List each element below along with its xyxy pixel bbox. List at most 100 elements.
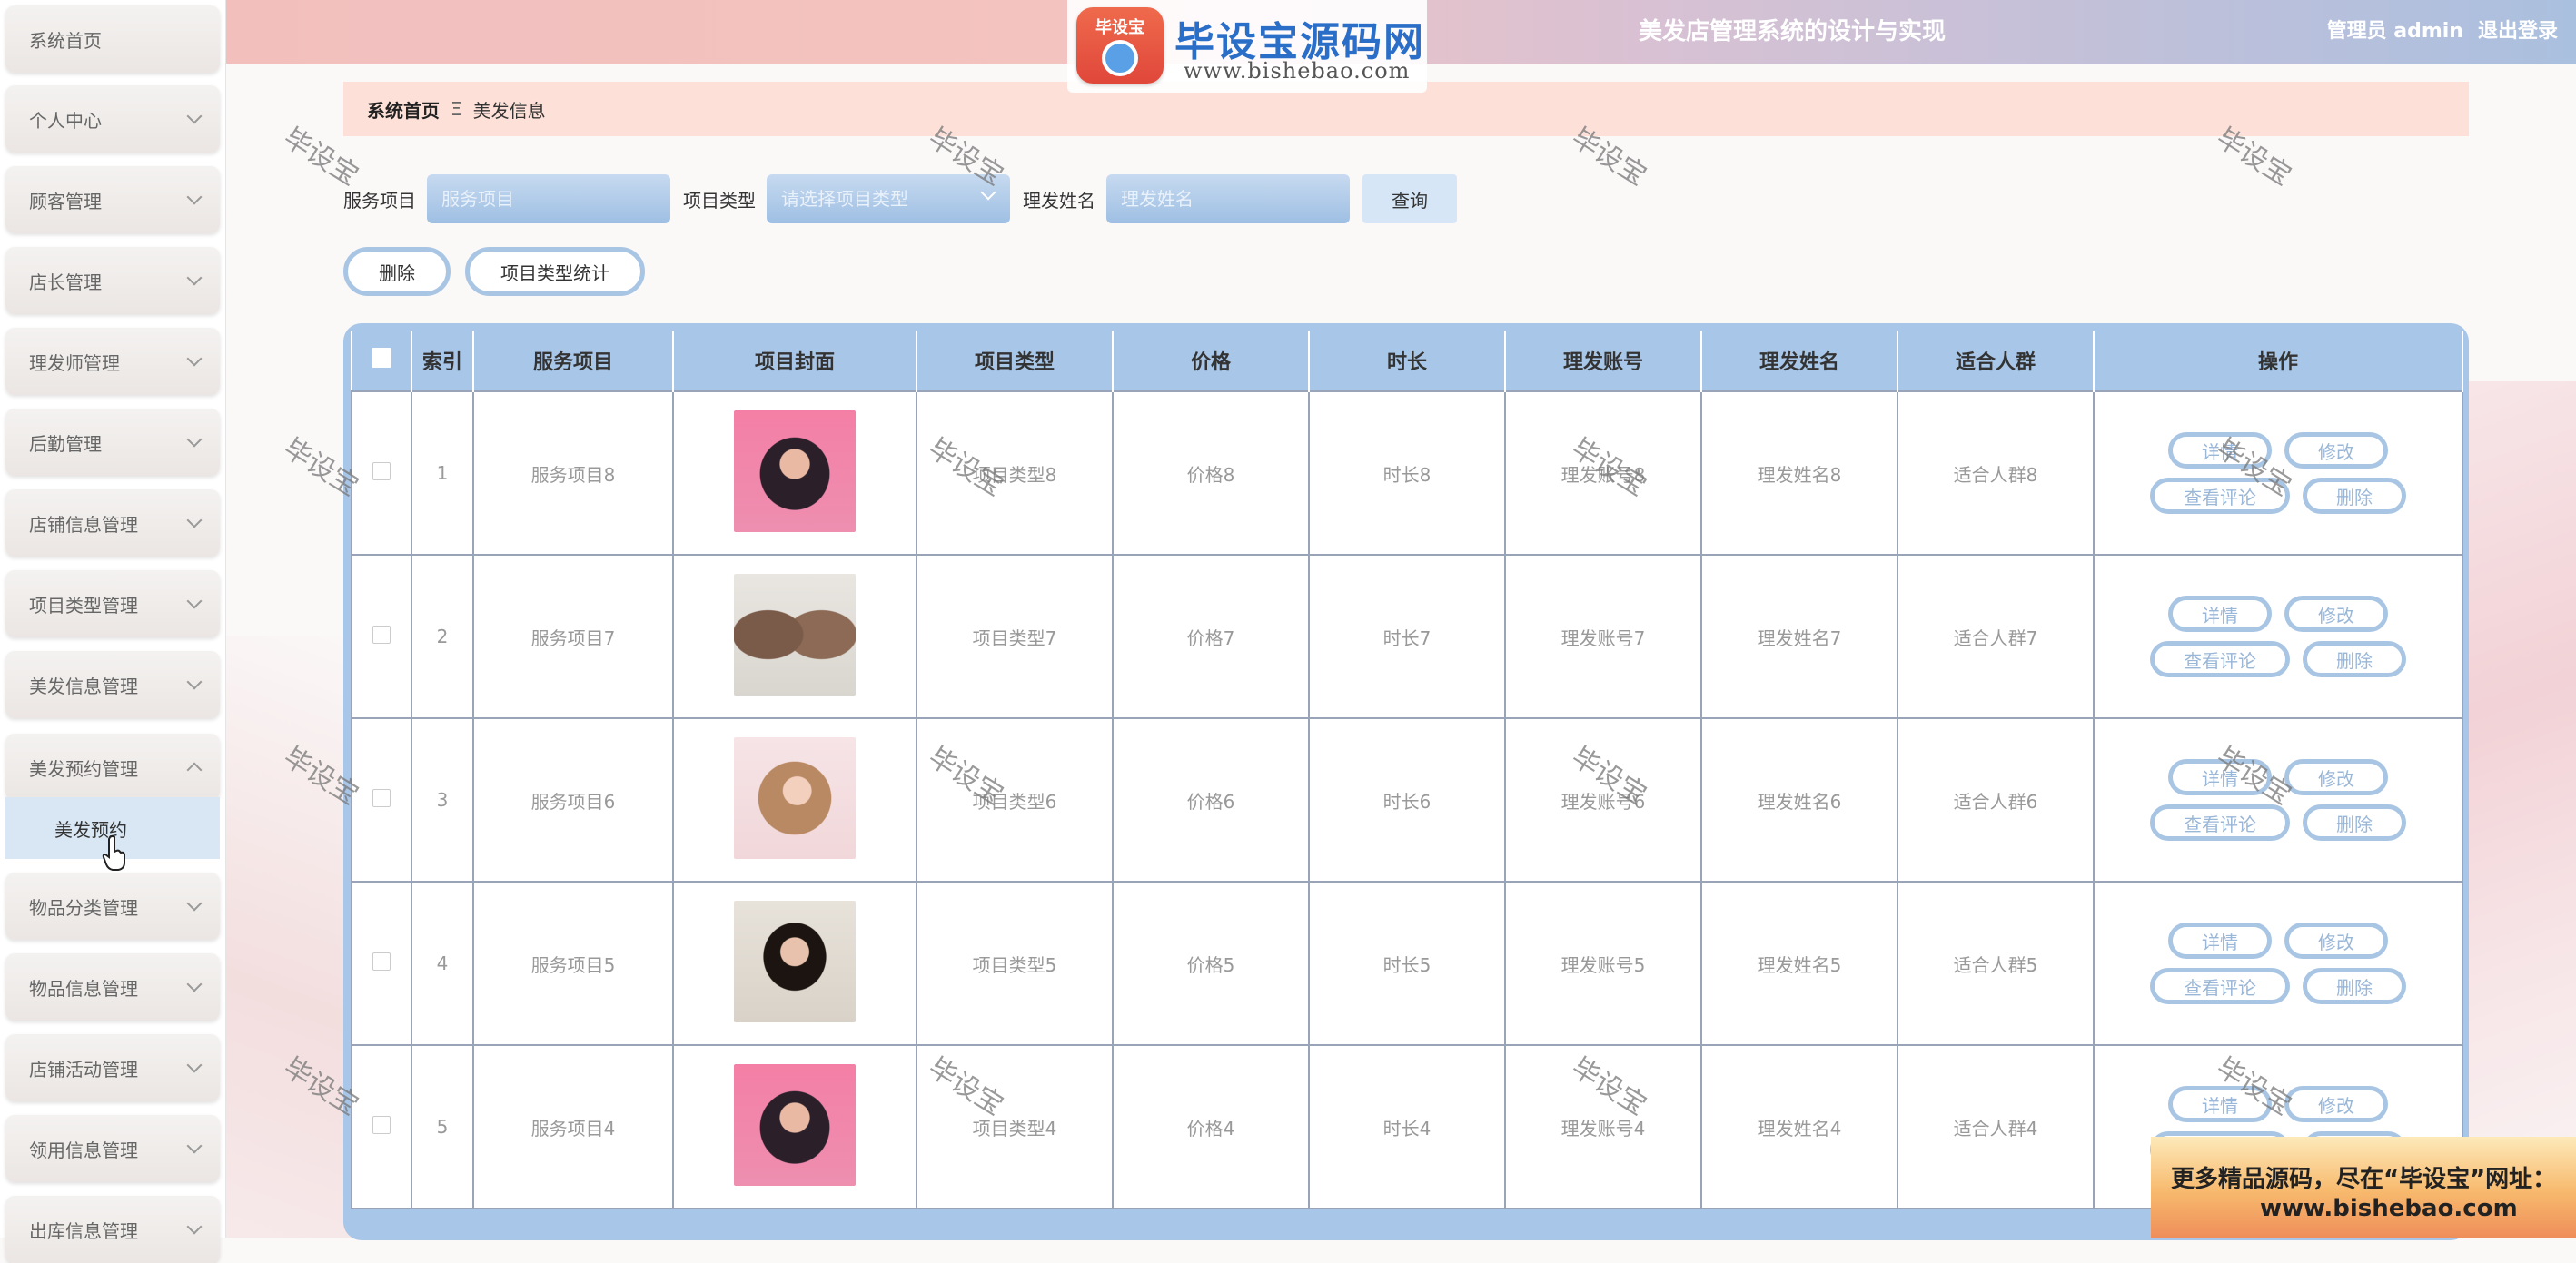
cover-image xyxy=(734,900,856,1022)
row-checkbox[interactable] xyxy=(372,952,391,971)
type-stats-button[interactable]: 项目类型统计 xyxy=(465,247,645,296)
chevron-down-icon xyxy=(186,108,203,124)
sidebar-item-store-info[interactable]: 店铺信息管理 xyxy=(5,489,220,557)
row-select-cell[interactable] xyxy=(351,881,412,1046)
sidebar-item-home[interactable]: 系统首页 xyxy=(5,5,220,73)
edit-button[interactable]: 修改 xyxy=(2284,596,2388,632)
cell-name: 理发姓名4 xyxy=(1700,1044,1898,1209)
cell-operations: 详情修改查看评论删除 xyxy=(2093,554,2463,719)
promo-banner[interactable]: 更多精品源码，尽在“毕设宝”网址： www.bishebao.com xyxy=(2151,1137,2576,1238)
edit-button[interactable]: 修改 xyxy=(2284,759,2388,795)
cell-index: 5 xyxy=(411,1044,474,1209)
column-header: 服务项目 xyxy=(473,331,674,391)
logo-url: www.bishebao.com xyxy=(1184,58,1411,84)
table-row: 4 服务项目5 项目类型5 价格5 时长5 理发账号5 理发姓名5 适合人群5 详情 修改 查看评论… xyxy=(351,881,2463,1046)
breadcrumb-home[interactable]: 系统首页 xyxy=(367,96,440,123)
breadcrumb-separator-icon: Ξ xyxy=(451,98,462,120)
chevron-down-icon xyxy=(186,189,203,205)
cell-crowd: 适合人群7 xyxy=(1897,554,2095,719)
detail-button[interactable]: 详情 xyxy=(2168,596,2272,632)
cell-name: 理发姓名8 xyxy=(1700,390,1898,556)
edit-button[interactable]: 修改 xyxy=(2284,923,2388,959)
type-select-input[interactable] xyxy=(767,174,1010,223)
select-all-checkbox[interactable] xyxy=(371,348,391,368)
sidebar-item-label: 美发预约管理 xyxy=(29,757,138,780)
cover-image xyxy=(734,409,856,532)
chevron-down-icon xyxy=(186,431,203,448)
cell-service: 服务项目4 xyxy=(472,1044,674,1209)
cell-cover xyxy=(672,881,917,1046)
sidebar-item-customers[interactable]: 顾客管理 xyxy=(5,166,220,233)
sidebar-item-usage-info[interactable]: 领用信息管理 xyxy=(5,1115,220,1182)
data-table-container: 索引 服务项目 项目封面 项目类型 价格 时长 理发账号 理发姓名 适合人群 操… xyxy=(343,323,2469,1240)
name-label: 理发姓名 xyxy=(1023,189,1095,212)
sidebar-item-label: 物品信息管理 xyxy=(29,977,138,1000)
sidebar-item-barbers[interactable]: 理发师管理 xyxy=(5,328,220,395)
cell-service: 服务项目8 xyxy=(472,390,674,556)
cover-image xyxy=(734,573,856,696)
logout-link[interactable]: 退出登录 xyxy=(2478,15,2558,44)
row-select-cell[interactable] xyxy=(351,717,412,883)
row-delete-button[interactable]: 删除 xyxy=(2303,641,2406,677)
chevron-down-icon xyxy=(186,593,203,609)
row-checkbox[interactable] xyxy=(372,788,391,807)
row-select-cell[interactable] xyxy=(351,554,412,719)
row-checkbox[interactable] xyxy=(372,625,391,644)
service-input[interactable] xyxy=(427,174,670,223)
column-header: 时长 xyxy=(1309,331,1506,391)
chevron-down-icon xyxy=(186,674,203,690)
sidebar-item-project-types[interactable]: 项目类型管理 xyxy=(5,570,220,637)
sidebar-item-outbound-info[interactable]: 出库信息管理 xyxy=(5,1196,220,1263)
detail-button[interactable]: 详情 xyxy=(2168,923,2272,959)
delete-button[interactable]: 删除 xyxy=(343,247,451,296)
sidebar-item-goods-info[interactable]: 物品信息管理 xyxy=(5,953,220,1021)
row-select-cell[interactable] xyxy=(351,1044,412,1209)
view-comments-button[interactable]: 查看评论 xyxy=(2150,641,2290,677)
view-comments-button[interactable]: 查看评论 xyxy=(2150,804,2290,841)
row-delete-button[interactable]: 删除 xyxy=(2303,478,2406,514)
cell-duration: 时长4 xyxy=(1308,1044,1506,1209)
select-all-cell[interactable] xyxy=(352,331,412,391)
sidebar-item-goods-category[interactable]: 物品分类管理 xyxy=(5,873,220,940)
breadcrumb-current: 美发信息 xyxy=(472,99,546,122)
sidebar-item-label: 后勤管理 xyxy=(29,432,102,455)
name-input[interactable] xyxy=(1106,174,1350,223)
column-header: 理发姓名 xyxy=(1701,331,1898,391)
sidebar-item-label: 个人中心 xyxy=(29,109,102,132)
view-comments-button[interactable]: 查看评论 xyxy=(2150,968,2290,1004)
row-checkbox[interactable] xyxy=(372,1115,391,1134)
sidebar-item-label: 领用信息管理 xyxy=(29,1139,138,1161)
row-delete-button[interactable]: 删除 xyxy=(2303,968,2406,1004)
cell-name: 理发姓名6 xyxy=(1700,717,1898,883)
row-delete-button[interactable]: 删除 xyxy=(2303,804,2406,841)
table-row: 5服务项目4项目类型4价格4时长4理发账号4理发姓名4适合人群4详情修改查看评论… xyxy=(351,1044,2463,1209)
sidebar-item-label: 店铺活动管理 xyxy=(29,1058,138,1080)
detail-button[interactable]: 详情 xyxy=(2168,432,2272,469)
edit-button[interactable]: 修改 xyxy=(2284,432,2388,469)
row-select-cell[interactable] xyxy=(351,390,412,556)
data-table: 索引 服务项目 项目封面 项目类型 价格 时长 理发账号 理发姓名 适合人群 操… xyxy=(351,331,2463,1209)
view-comments-button[interactable]: 查看评论 xyxy=(2150,478,2290,514)
cell-price: 价格4 xyxy=(1112,1044,1310,1209)
row-checkbox[interactable] xyxy=(372,461,391,480)
type-select[interactable] xyxy=(767,174,1010,223)
sidebar-item-managers[interactable]: 店长管理 xyxy=(5,247,220,314)
query-button[interactable]: 查询 xyxy=(1362,174,1457,223)
sidebar-item-hair-info[interactable]: 美发信息管理 xyxy=(5,651,220,718)
cell-cover xyxy=(672,1044,917,1209)
sidebar-item-hair-booking[interactable]: 美发预约管理 xyxy=(5,734,220,801)
detail-button[interactable]: 详情 xyxy=(2168,1086,2272,1122)
cell-service: 服务项目6 xyxy=(472,717,674,883)
mascot-icon xyxy=(1102,40,1138,76)
cell-duration: 时长8 xyxy=(1308,390,1506,556)
header-user-area: 管理员 admin 退出登录 xyxy=(2327,15,2558,44)
column-header: 索引 xyxy=(411,331,474,391)
edit-button[interactable]: 修改 xyxy=(2284,1086,2388,1122)
column-header: 价格 xyxy=(1113,331,1310,391)
sidebar-item-label: 理发师管理 xyxy=(29,351,120,374)
sidebar-item-logistics[interactable]: 后勤管理 xyxy=(5,409,220,476)
sidebar-item-store-events[interactable]: 店铺活动管理 xyxy=(5,1034,220,1101)
column-header: 项目封面 xyxy=(673,331,917,391)
detail-button[interactable]: 详情 xyxy=(2168,759,2272,795)
sidebar-item-personal-center[interactable]: 个人中心 xyxy=(5,85,220,153)
